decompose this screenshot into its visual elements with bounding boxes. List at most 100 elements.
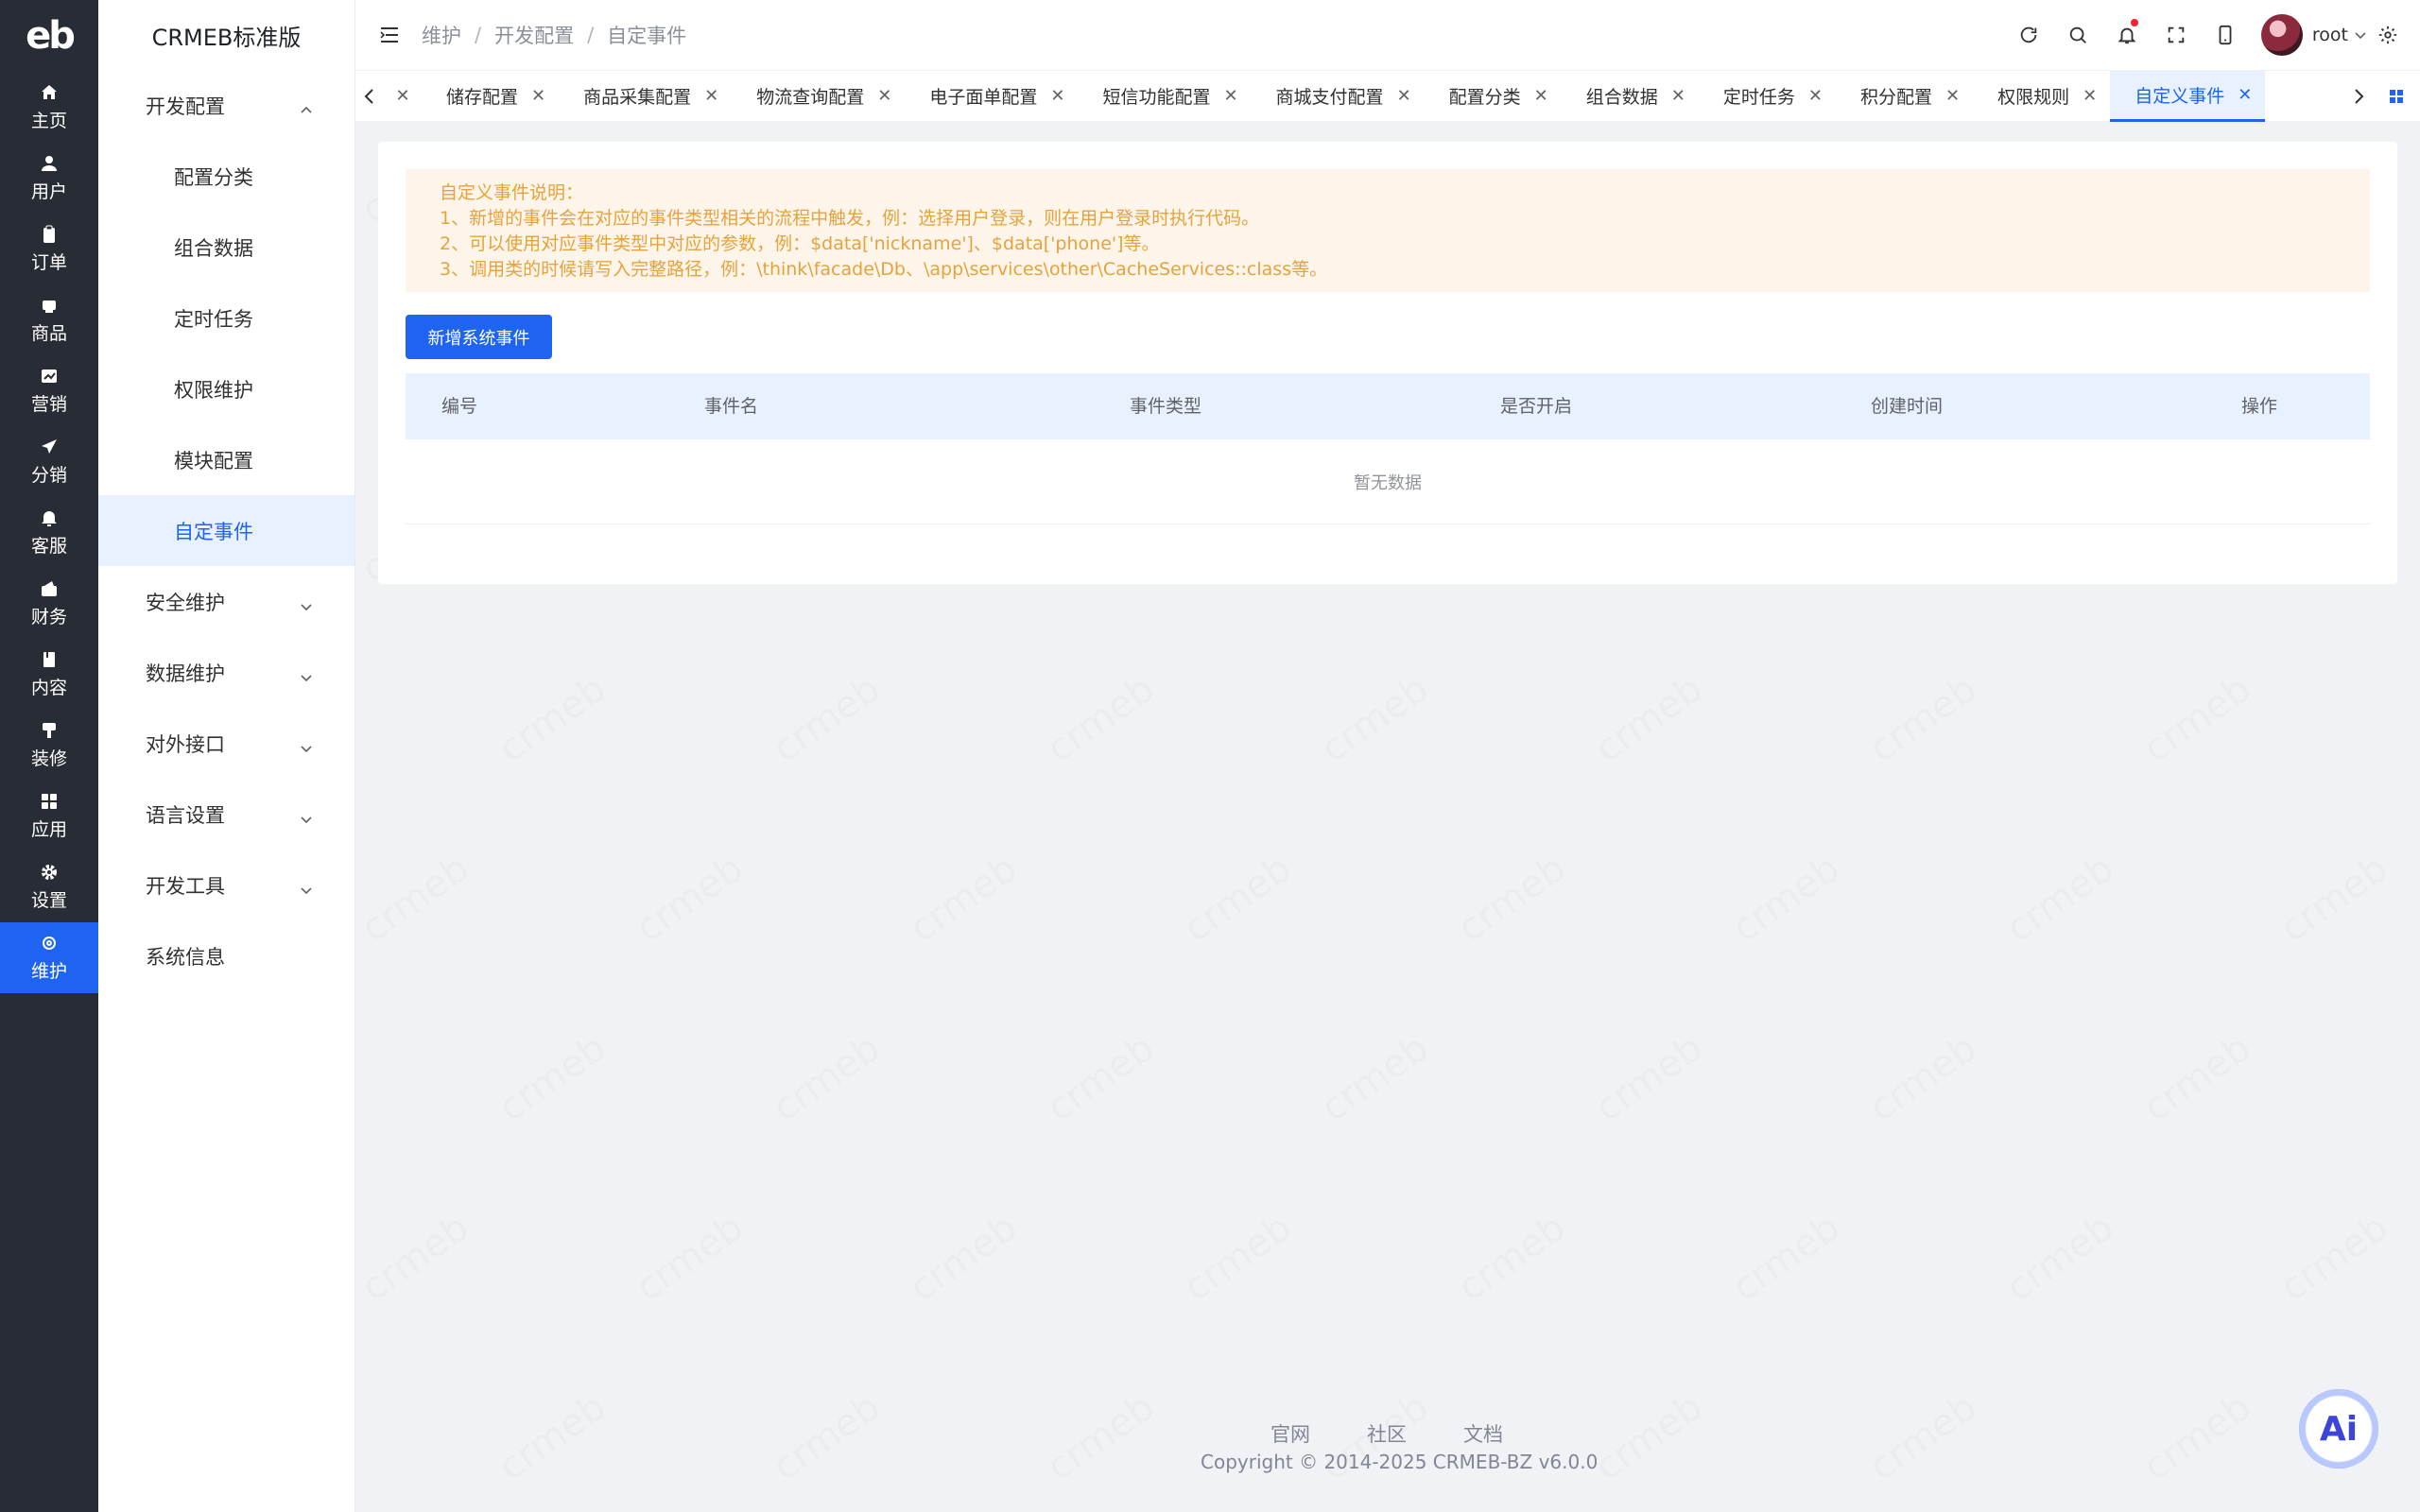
sidebar-item[interactable]: 定时任务 [98,283,354,353]
tab[interactable]: 自定义事件 ✕ [2110,70,2266,122]
chevron-down-icon [300,666,313,681]
watermark-text: crmeb [1313,667,1436,771]
sidebar-item[interactable]: 自定事件 [98,495,354,566]
watermark-text: crmeb [2273,847,2395,951]
tab-close-icon[interactable]: ✕ [1945,86,1960,106]
breadcrumb-item[interactable]: 维护 [422,21,461,49]
watermark-text: crmeb [628,1206,751,1310]
sidebar-item[interactable]: 组合数据 [98,212,354,283]
sidebar-group[interactable]: 安全维护 [98,566,354,637]
content-card: 自定义事件说明： 1、新增的事件会在对应的事件类型相关的流程中触发，例：选择用户… [378,142,2397,584]
watermark-text: crmeb [2410,308,2420,412]
tab-close-icon[interactable]: ✕ [1671,86,1685,106]
fullscreen-icon[interactable] [2152,0,2201,70]
tab-close-icon[interactable]: ✕ [1534,86,1548,106]
watermark-text: crmeb [1039,1385,1162,1489]
sidebar-group[interactable]: 开发工具 [98,850,354,920]
watermark-text: crmeb [1450,847,1573,951]
event-notice: 自定义事件说明： 1、新增的事件会在对应的事件类型相关的流程中触发，例：选择用户… [406,169,2370,292]
rail-item-label: 客服 [30,536,67,557]
tab[interactable]: 组合数据 ✕ [1562,71,1699,122]
rail-item[interactable]: 营销 [0,355,98,426]
rail-item[interactable]: 分销 [0,426,98,497]
tab[interactable]: 物流查询配置 ✕ [732,71,905,122]
watermark-text: crmeb [628,847,751,951]
refresh-icon[interactable] [2004,0,2053,70]
watermark-text: crmeb [1176,1206,1299,1310]
footer-link-official[interactable]: 官网 [1270,1419,1310,1448]
tabs-scroll-left-icon[interactable] [355,71,384,122]
settings-gear-icon[interactable] [2367,0,2409,70]
watermark-text: crmeb [765,1385,888,1489]
watermark-text: crmeb [2135,667,2258,771]
sidebar-group[interactable]: 对外接口 [98,708,354,779]
tab-close-icon[interactable]: ✕ [531,86,545,106]
watermark-text: crmeb [1039,667,1162,771]
sidebar-item[interactable]: 权限维护 [98,353,354,424]
rail-item[interactable]: 装修 [0,710,98,781]
tab-close-icon[interactable]: ✕ [1050,86,1064,106]
tab-close-icon[interactable]: ✕ [1223,86,1237,106]
rail-item[interactable]: 应用 [0,781,98,851]
breadcrumb-item[interactable]: 开发配置 [494,21,574,49]
tab[interactable]: 短信功能配置 ✕ [1078,71,1251,122]
tabs-scroll-right-icon[interactable] [2344,71,2373,122]
tab-label: 组合数据 [1585,87,1658,108]
ai-assistant-button[interactable]: Ai [2299,1389,2378,1469]
tab[interactable]: 商品采集配置 ✕ [559,71,732,122]
tab-label: 商城支付配置 [1275,87,1384,108]
sidebar-item[interactable]: 模块配置 [98,424,354,495]
close-icon[interactable]: ✕ [384,71,422,122]
rail-item-label: 设置 [30,890,67,911]
sidebar-item[interactable]: 配置分类 [98,141,354,212]
rail-item[interactable]: 用户 [0,143,98,214]
tab[interactable]: 配置分类 ✕ [1425,71,1562,122]
tab[interactable]: 定时任务 ✕ [1699,71,1836,122]
rail-item[interactable]: 客服 [0,497,98,568]
rail-item[interactable]: 商品 [0,284,98,355]
top-header: 维护 / 开发配置 / 自定事件 root [355,0,2420,70]
footer-link-community[interactable]: 社区 [1367,1419,1407,1448]
sidebar-group[interactable]: 语言设置 [98,779,354,850]
column-header: 创建时间 [1871,396,1944,417]
tab[interactable]: 商城支付配置 ✕ [1252,71,1425,122]
tab-close-icon[interactable]: ✕ [2083,86,2097,106]
tab-close-icon[interactable]: ✕ [1397,86,1411,106]
sidebar-group[interactable]: 开发配置 [98,70,354,141]
tab[interactable]: 权限规则 ✕ [1973,71,2110,122]
column-header: 事件类型 [1130,396,1202,417]
tabs-menu-grid-icon[interactable] [2373,71,2420,122]
tab[interactable]: 积分配置 ✕ [1836,71,1973,122]
header-actions: root [2004,0,2409,70]
footer-link-docs[interactable]: 文档 [1463,1419,1503,1448]
watermark-text: crmeb [491,1026,614,1130]
sidebar-group[interactable]: 系统信息 [98,920,354,991]
avatar[interactable] [2260,14,2303,56]
add-system-event-button[interactable]: 新增系统事件 [406,315,552,359]
search-icon[interactable] [2053,0,2102,70]
tab-close-icon[interactable]: ✕ [877,86,891,106]
rail-item[interactable]: 维护 [0,922,98,993]
rail-item[interactable]: 主页 [0,72,98,143]
watermark-text: crmeb [1450,1206,1573,1310]
tab[interactable]: 电子面单配置 ✕ [905,71,1078,122]
tab-close-icon[interactable]: ✕ [2238,85,2252,105]
user-name[interactable]: root [2312,25,2348,45]
mobile-preview-icon[interactable] [2201,0,2250,70]
tab-close-icon[interactable]: ✕ [704,86,718,106]
notification-bell-icon[interactable] [2102,0,2152,70]
watermark-text: crmeb [1587,1385,1710,1489]
tab[interactable]: 储存配置 ✕ [422,71,559,122]
tab-close-icon[interactable]: ✕ [1808,86,1823,106]
rail-item[interactable]: 设置 [0,851,98,922]
tab-label: 短信功能配置 [1102,87,1211,108]
rail-item[interactable]: 财务 [0,568,98,639]
sidebar-group[interactable]: 数据维护 [98,637,354,708]
notice-line: 3、调用类的时候请写入完整路径，例：\think\facade\Db、\app\… [440,259,1328,280]
chevron-down-icon [300,808,313,823]
rail-item[interactable]: 订单 [0,214,98,284]
app-logo[interactable]: eb [0,0,98,72]
menu-toggle-icon[interactable] [378,24,401,46]
rail-item[interactable]: 内容 [0,639,98,710]
chevron-down-icon[interactable] [2354,28,2367,42]
